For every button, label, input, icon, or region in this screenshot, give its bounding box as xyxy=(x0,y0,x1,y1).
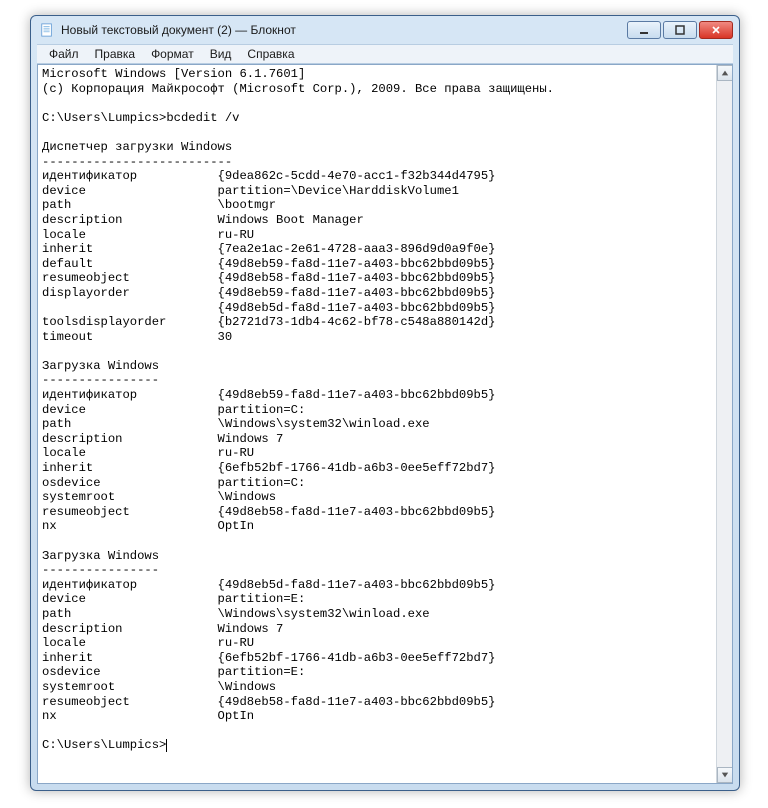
vertical-scrollbar[interactable] xyxy=(716,65,732,783)
minimize-button[interactable] xyxy=(627,21,661,39)
window-title: Новый текстовый документ (2) — Блокнот xyxy=(61,23,296,37)
menu-file[interactable]: Файл xyxy=(41,46,87,62)
prompt-line: C:\Users\Lumpics> xyxy=(42,738,167,752)
notepad-window: Новый текстовый документ (2) — Блокнот Ф… xyxy=(30,15,740,791)
menu-bar: Файл Правка Формат Вид Справка xyxy=(37,44,733,64)
scroll-up-button[interactable] xyxy=(717,65,733,81)
menu-view[interactable]: Вид xyxy=(202,46,240,62)
title-bar[interactable]: Новый текстовый документ (2) — Блокнот xyxy=(31,16,739,44)
maximize-button[interactable] xyxy=(663,21,697,39)
close-button[interactable] xyxy=(699,21,733,39)
prompt-text: C:\Users\Lumpics> xyxy=(42,738,166,752)
text-area[interactable]: Microsoft Windows [Version 6.1.7601] (c)… xyxy=(38,65,716,783)
window-buttons xyxy=(625,21,733,39)
text-caret xyxy=(166,739,167,752)
client-area: Microsoft Windows [Version 6.1.7601] (c)… xyxy=(37,64,733,784)
menu-format[interactable]: Формат xyxy=(143,46,202,62)
menu-help[interactable]: Справка xyxy=(239,46,302,62)
app-icon xyxy=(39,22,55,38)
menu-edit[interactable]: Правка xyxy=(87,46,144,62)
scroll-down-button[interactable] xyxy=(717,767,733,783)
